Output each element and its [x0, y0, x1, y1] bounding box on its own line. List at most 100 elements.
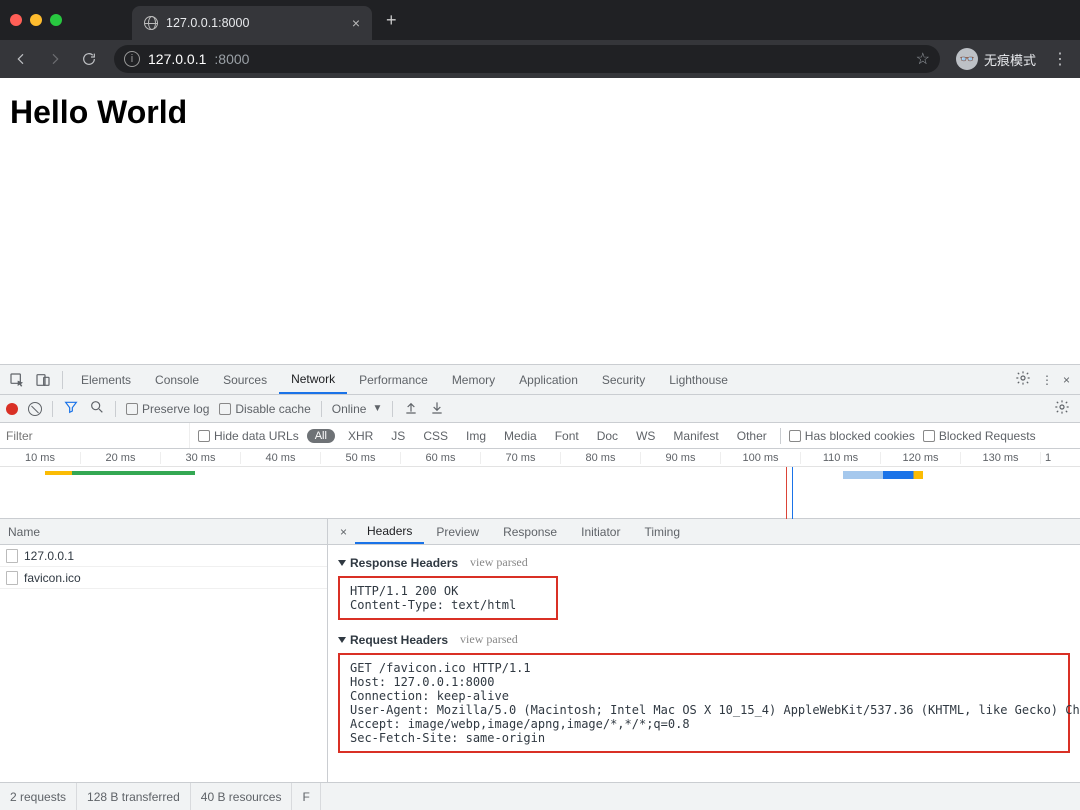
preserve-log-checkbox[interactable]: Preserve log	[126, 402, 209, 416]
request-row[interactable]: favicon.ico	[0, 567, 327, 589]
request-header-line: Accept: image/webp,image/apng,image/*,*/…	[350, 717, 1058, 731]
hide-data-urls-checkbox[interactable]: Hide data URLs	[198, 429, 299, 443]
tab-sources[interactable]: Sources	[211, 365, 279, 394]
filter-type-xhr[interactable]: XHR	[343, 429, 378, 443]
devtools-tabs: Elements Console Sources Network Perform…	[0, 365, 1080, 395]
new-tab-button[interactable]: +	[386, 10, 397, 31]
disable-cache-checkbox[interactable]: Disable cache	[219, 402, 310, 416]
device-toolbar-icon[interactable]	[30, 372, 56, 388]
request-headers-label: Request Headers	[350, 633, 448, 647]
url-host: 127.0.0.1	[148, 51, 206, 67]
request-header-line: User-Agent: Mozilla/5.0 (Macintosh; Inte…	[350, 703, 1058, 717]
globe-icon	[144, 16, 158, 30]
browser-tab[interactable]: 127.0.0.1:8000 ×	[132, 6, 372, 40]
close-tab-icon[interactable]: ×	[352, 15, 360, 31]
tab-lighthouse[interactable]: Lighthouse	[657, 365, 740, 394]
tab-memory[interactable]: Memory	[440, 365, 507, 394]
view-parsed-link[interactable]: view parsed	[470, 555, 528, 570]
reload-button[interactable]	[80, 51, 98, 67]
back-button[interactable]	[12, 51, 30, 67]
separator	[321, 401, 322, 417]
separator	[52, 401, 53, 417]
file-icon	[6, 571, 18, 585]
close-window-icon[interactable]	[10, 14, 22, 26]
tab-security[interactable]: Security	[590, 365, 657, 394]
tick: 110 ms	[800, 452, 880, 464]
tab-network[interactable]: Network	[279, 365, 347, 394]
tick: 60 ms	[400, 452, 480, 464]
import-har-icon[interactable]	[403, 399, 419, 418]
bookmark-icon[interactable]: ☆	[916, 49, 930, 69]
tick: 50 ms	[320, 452, 400, 464]
url-port: :8000	[214, 51, 249, 67]
filter-icon[interactable]	[63, 399, 79, 418]
filter-type-js[interactable]: JS	[386, 429, 410, 443]
browser-toolbar: i 127.0.0.1 :8000 ☆ 👓 无痕模式 ⋮	[0, 40, 1080, 78]
inspect-element-icon[interactable]	[4, 372, 30, 388]
filter-type-font[interactable]: Font	[550, 429, 584, 443]
timeline-bar	[45, 471, 195, 475]
devtools-panel: Elements Console Sources Network Perform…	[0, 364, 1080, 810]
view-parsed-link[interactable]: view parsed	[460, 632, 518, 647]
record-button[interactable]	[6, 403, 18, 415]
devtools-settings-icon[interactable]	[1015, 370, 1031, 389]
detail-tab-initiator[interactable]: Initiator	[569, 519, 632, 544]
blocked-requests-checkbox[interactable]: Blocked Requests	[923, 429, 1036, 443]
hide-data-urls-label: Hide data URLs	[214, 429, 299, 443]
blocked-requests-label: Blocked Requests	[939, 429, 1036, 443]
filter-input[interactable]	[0, 423, 190, 448]
devtools-statusbar: 2 requests 128 B transferred 40 B resour…	[0, 782, 1080, 810]
timeline-body	[0, 467, 1080, 519]
filter-type-img[interactable]: Img	[461, 429, 491, 443]
filter-type-doc[interactable]: Doc	[592, 429, 623, 443]
throttling-select[interactable]: Online ▼	[332, 402, 383, 416]
incognito-badge[interactable]: 👓 无痕模式	[956, 48, 1036, 70]
disable-cache-label: Disable cache	[235, 402, 310, 416]
detail-tab-preview[interactable]: Preview	[424, 519, 491, 544]
tab-performance[interactable]: Performance	[347, 365, 440, 394]
has-blocked-cookies-checkbox[interactable]: Has blocked cookies	[789, 429, 915, 443]
network-filter-row: Hide data URLs All XHR JS CSS Img Media …	[0, 423, 1080, 449]
detail-tab-response[interactable]: Response	[491, 519, 569, 544]
tab-elements[interactable]: Elements	[69, 365, 143, 394]
browser-menu-button[interactable]: ⋮	[1052, 49, 1068, 69]
tick: 1	[1040, 452, 1060, 464]
minimize-window-icon[interactable]	[30, 14, 42, 26]
detail-tabs: × Headers Preview Response Initiator Tim…	[328, 519, 1080, 545]
filter-type-manifest[interactable]: Manifest	[668, 429, 723, 443]
request-header-line: Sec-Fetch-Site: same-origin	[350, 731, 1058, 745]
devtools-close-icon[interactable]: ×	[1063, 373, 1070, 387]
clear-button[interactable]	[28, 402, 42, 416]
network-settings-icon[interactable]	[1054, 399, 1074, 418]
request-row[interactable]: 127.0.0.1	[0, 545, 327, 567]
detail-tab-timing[interactable]: Timing	[632, 519, 692, 544]
filter-type-ws[interactable]: WS	[631, 429, 660, 443]
export-har-icon[interactable]	[429, 399, 445, 418]
preserve-log-label: Preserve log	[142, 402, 209, 416]
request-headers-section[interactable]: Request Headers view parsed	[334, 628, 1074, 651]
filter-all[interactable]: All	[307, 429, 335, 443]
detail-tab-headers[interactable]: Headers	[355, 519, 424, 544]
filter-type-css[interactable]: CSS	[418, 429, 453, 443]
chevron-down-icon: ▼	[372, 403, 382, 414]
devtools-more-icon[interactable]: ⋮	[1041, 373, 1053, 387]
filter-type-media[interactable]: Media	[499, 429, 542, 443]
incognito-icon: 👓	[956, 48, 978, 70]
address-bar[interactable]: i 127.0.0.1 :8000 ☆	[114, 45, 940, 73]
status-resources: 40 B resources	[191, 783, 293, 810]
status-requests: 2 requests	[0, 783, 77, 810]
maximize-window-icon[interactable]	[50, 14, 62, 26]
site-info-icon[interactable]: i	[124, 51, 140, 67]
request-header-line: Connection: keep-alive	[350, 689, 1058, 703]
separator	[780, 428, 781, 444]
search-icon[interactable]	[89, 399, 105, 418]
network-timeline[interactable]: 10 ms 20 ms 30 ms 40 ms 50 ms 60 ms 70 m…	[0, 449, 1080, 519]
response-headers-section[interactable]: Response Headers view parsed	[334, 551, 1074, 574]
detail-close-icon[interactable]: ×	[332, 525, 355, 539]
filter-type-other[interactable]: Other	[732, 429, 772, 443]
throttling-value: Online	[332, 402, 367, 416]
forward-button[interactable]	[46, 51, 64, 67]
tick: 30 ms	[160, 452, 240, 464]
tab-console[interactable]: Console	[143, 365, 211, 394]
tab-application[interactable]: Application	[507, 365, 590, 394]
